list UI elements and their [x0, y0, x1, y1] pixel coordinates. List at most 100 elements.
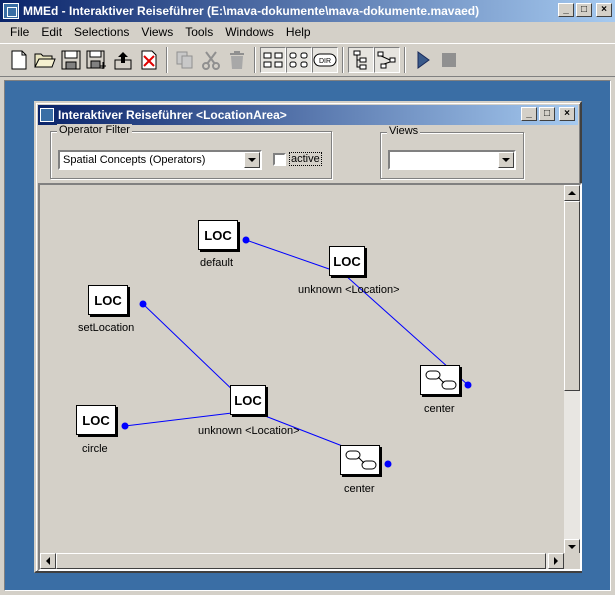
app-title: MMEd - Interaktiver Reiseführer (E:\mava… — [23, 4, 480, 18]
copy-icon — [176, 51, 193, 69]
scroll-corner — [564, 553, 580, 569]
save-icon — [61, 50, 81, 70]
loc-node-unknown-1[interactable]: LOC — [329, 246, 365, 276]
play-button[interactable] — [410, 47, 436, 73]
toolbar-separator — [342, 47, 344, 73]
vertical-scrollbar[interactable] — [564, 185, 580, 555]
node-label-default: default — [200, 257, 234, 269]
state-node-center-1[interactable] — [420, 365, 460, 395]
cut-icon — [202, 51, 220, 70]
stop-button[interactable] — [436, 47, 462, 73]
save-as-icon — [86, 50, 106, 69]
loc-node-circle[interactable]: LOC — [76, 405, 116, 435]
node-label-unknown-2: unknown <Location> — [198, 425, 300, 437]
horizontal-scrollbar[interactable] — [40, 553, 564, 569]
vertical-scroll-thumb[interactable] — [564, 201, 580, 391]
inner-close-button[interactable]: × — [559, 107, 575, 121]
copy-button[interactable] — [172, 47, 198, 73]
export-button[interactable] — [110, 47, 136, 73]
loc-node-setlocation[interactable]: LOC — [88, 285, 128, 315]
loc-node-default[interactable]: LOC — [198, 220, 238, 250]
state-diagram-icon — [425, 370, 457, 390]
scroll-left-button[interactable] — [40, 553, 56, 569]
arrow-up-icon — [568, 191, 576, 195]
edge-handle[interactable] — [242, 236, 250, 244]
app-icon — [3, 3, 19, 19]
layout-dots-icon — [289, 52, 308, 68]
dir-label: DIR — [319, 58, 331, 65]
menu-selections[interactable]: Selections — [68, 25, 135, 39]
stop-icon — [442, 53, 456, 67]
inner-minimize-button[interactable]: _ — [521, 107, 537, 121]
new-icon — [11, 50, 27, 70]
active-label[interactable]: active — [289, 152, 322, 166]
maximize-button[interactable]: □ — [576, 3, 592, 17]
node-label-circle: circle — [82, 443, 108, 455]
dir-button[interactable]: DIR — [312, 47, 338, 73]
toolbar-separator — [254, 47, 256, 73]
trash-button[interactable] — [224, 47, 250, 73]
menu-tools[interactable]: Tools — [179, 25, 219, 39]
delete-file-icon — [141, 50, 157, 70]
diagram-canvas[interactable]: LOC default LOC unknown <Location> LOC s… — [38, 183, 582, 571]
arrow-right-icon — [554, 557, 558, 565]
app-title-bar[interactable]: MMEd - Interaktiver Reiseführer (E:\mava… — [0, 0, 615, 22]
play-icon — [417, 51, 430, 69]
operator-filter-label: Operator Filter — [57, 124, 132, 136]
menu-bar: File Edit Selections Views Tools Windows… — [0, 22, 615, 42]
edge-handle[interactable] — [121, 422, 129, 430]
node-label-setlocation: setLocation — [78, 322, 135, 334]
edge-default-unknown[interactable] — [245, 239, 333, 271]
scroll-right-button[interactable] — [548, 553, 564, 569]
graph-button[interactable] — [374, 47, 400, 73]
views-label: Views — [387, 125, 421, 137]
save-button[interactable] — [58, 47, 84, 73]
minimize-button[interactable]: _ — [558, 3, 574, 17]
menu-views[interactable]: Views — [135, 25, 179, 39]
delete-file-button[interactable] — [136, 47, 162, 73]
edges-layer — [121, 236, 472, 468]
export-icon — [114, 52, 132, 70]
edge-setlocation-unknown[interactable] — [142, 303, 241, 398]
operator-filter-value: Spatial Concepts (Operators) — [63, 154, 206, 166]
views-select[interactable] — [388, 150, 516, 170]
edge-handle[interactable] — [464, 381, 472, 389]
tree-button[interactable] — [348, 47, 374, 73]
menu-file[interactable]: File — [4, 25, 35, 39]
inner-maximize-button[interactable]: □ — [539, 107, 555, 121]
active-checkbox[interactable] — [273, 153, 286, 166]
document-icon — [40, 108, 54, 122]
loc-node-unknown-2[interactable]: LOC — [230, 385, 266, 415]
arrow-down-icon — [568, 545, 576, 549]
chevron-down-icon[interactable] — [244, 152, 260, 168]
state-diagram-icon — [345, 450, 377, 470]
arrow-left-icon — [46, 557, 50, 565]
menu-windows[interactable]: Windows — [219, 25, 280, 39]
node-label-center-1: center — [424, 403, 455, 415]
edge-handle[interactable] — [384, 460, 392, 468]
scroll-up-button[interactable] — [564, 185, 580, 201]
toolbar: DIR — [0, 43, 615, 77]
layout-grid-button[interactable] — [260, 47, 286, 73]
layout-dots-button[interactable] — [286, 47, 312, 73]
toolbar-separator — [166, 47, 168, 73]
layout-grid-icon — [263, 52, 283, 68]
state-node-center-2[interactable] — [340, 445, 380, 475]
open-button[interactable] — [32, 47, 58, 73]
inner-title-bar[interactable]: Interaktiver Reiseführer <LocationArea> … — [38, 105, 578, 125]
node-label-center-2: center — [344, 483, 375, 495]
trash-icon — [230, 51, 244, 69]
chevron-down-icon[interactable] — [498, 152, 514, 168]
new-button[interactable] — [6, 47, 32, 73]
horizontal-scroll-thumb[interactable] — [56, 553, 546, 569]
operator-filter-select[interactable]: Spatial Concepts (Operators) — [58, 150, 262, 170]
inner-title: Interaktiver Reiseführer <LocationArea> — [58, 108, 287, 122]
menu-help[interactable]: Help — [280, 25, 317, 39]
dir-icon: DIR — [313, 53, 337, 67]
menu-edit[interactable]: Edit — [35, 25, 68, 39]
open-icon — [34, 53, 56, 68]
cut-button[interactable] — [198, 47, 224, 73]
edge-handle[interactable] — [139, 300, 147, 308]
close-button[interactable]: × — [596, 3, 612, 17]
save-as-button[interactable] — [84, 47, 110, 73]
